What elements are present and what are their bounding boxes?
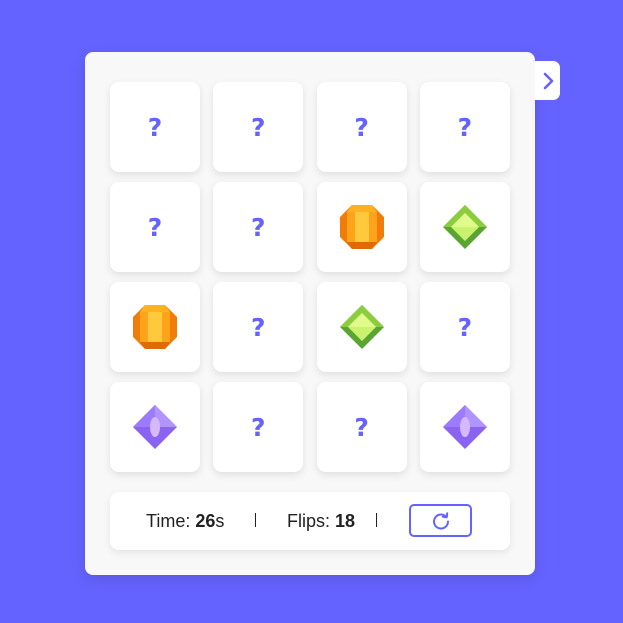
stats-bar: Time: 26s Flips: 18	[110, 492, 510, 550]
question-mark: ?	[457, 312, 473, 342]
hidden-card[interactable]: ?	[213, 182, 304, 272]
hidden-card[interactable]: ?	[316, 82, 407, 172]
question-mark: ?	[251, 112, 266, 142]
question-mark: ?	[251, 412, 266, 442]
question-mark: ?	[251, 212, 266, 242]
hidden-card[interactable]: ?	[110, 82, 200, 172]
time-stat: Time: 26s	[146, 511, 224, 532]
purple-gem-icon	[132, 404, 178, 450]
question-mark: ?	[354, 412, 369, 442]
revealed-card[interactable]	[110, 282, 200, 372]
flips-label: Flips:	[287, 511, 336, 531]
revealed-card[interactable]	[316, 282, 407, 372]
orange-gem-icon	[132, 304, 178, 350]
green-gem-icon	[339, 304, 385, 350]
divider	[376, 513, 377, 527]
card-grid: ??????????	[110, 82, 510, 472]
hidden-card[interactable]: ?	[110, 182, 200, 272]
question-mark: ?	[251, 312, 266, 342]
hidden-card[interactable]: ?	[213, 282, 304, 372]
question-mark: ?	[457, 112, 473, 142]
flips-value: 18	[335, 511, 356, 531]
time-value: 26	[195, 511, 216, 531]
hidden-card[interactable]: ?	[213, 382, 304, 472]
revealed-card[interactable]	[419, 182, 510, 272]
restart-button[interactable]	[409, 504, 472, 537]
revealed-card[interactable]	[419, 382, 510, 472]
revealed-card[interactable]	[110, 382, 200, 472]
refresh-icon	[432, 511, 449, 530]
hidden-card[interactable]: ?	[419, 82, 510, 172]
hidden-card[interactable]: ?	[213, 82, 304, 172]
orange-gem-icon	[339, 204, 385, 250]
question-mark: ?	[354, 112, 369, 142]
time-unit: s	[215, 511, 225, 531]
question-mark: ?	[147, 212, 163, 242]
chevron-right-icon	[543, 72, 553, 89]
panel-toggle-button[interactable]	[535, 61, 560, 100]
green-gem-icon	[442, 204, 488, 250]
question-mark: ?	[147, 112, 163, 142]
purple-gem-icon	[442, 404, 488, 450]
hidden-card[interactable]: ?	[419, 282, 510, 372]
revealed-card[interactable]	[316, 182, 407, 272]
divider	[255, 513, 256, 527]
hidden-card[interactable]: ?	[316, 382, 407, 472]
time-label: Time:	[146, 511, 196, 531]
flips-stat: Flips: 18	[287, 511, 355, 532]
